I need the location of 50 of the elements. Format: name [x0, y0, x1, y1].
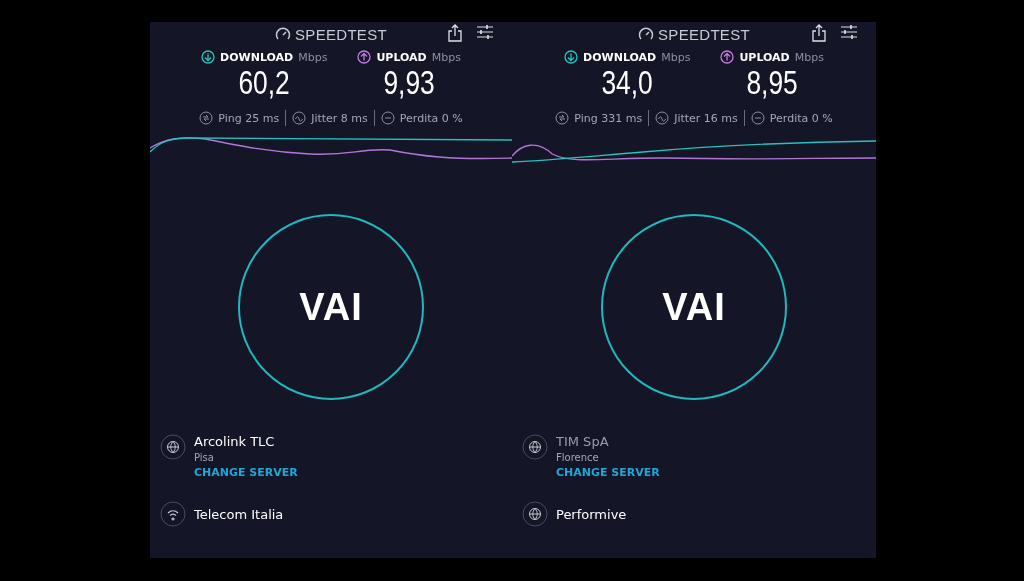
- globe-icon: [160, 434, 186, 460]
- upload-speed: 8,95: [746, 64, 798, 102]
- loss-stat: Perdita 0 %: [399, 111, 463, 125]
- download-icon: [564, 50, 579, 64]
- globe-icon: [522, 434, 548, 460]
- unit-label: Mbps: [298, 50, 328, 64]
- upload-label: UPLOAD: [376, 50, 427, 64]
- loss-icon: [380, 111, 395, 125]
- download-label: DOWNLOAD: [583, 50, 657, 64]
- unit-label: Mbps: [794, 50, 824, 64]
- ping-icon: [199, 111, 214, 125]
- download-speed: 34,0: [601, 64, 653, 102]
- change-server-link[interactable]: CHANGE SERVER: [194, 466, 298, 479]
- provider-name: Telecom Italia: [194, 506, 284, 522]
- server-name: Arcolink TLC: [194, 434, 276, 449]
- go-button[interactable]: VAI: [601, 214, 787, 400]
- server-name: TIM SpA: [556, 434, 610, 449]
- ping-stat: Ping 25 ms: [218, 111, 280, 125]
- app-logo: SPEEDTEST: [295, 25, 387, 43]
- upload-speed: 9,93: [383, 64, 435, 102]
- app-logo: SPEEDTEST: [658, 25, 750, 43]
- jitter-icon: [655, 111, 670, 125]
- go-button[interactable]: VAI: [238, 214, 424, 400]
- settings-icon[interactable]: [476, 24, 494, 40]
- loss-icon: [750, 111, 765, 125]
- jitter-stat: Jitter 16 ms: [674, 111, 738, 125]
- server-city: Pisa: [194, 452, 215, 463]
- loss-stat: Perdita 0 %: [769, 111, 833, 125]
- server-city: Florence: [556, 452, 600, 463]
- upload-label: UPLOAD: [739, 50, 790, 64]
- provider-name: Performive: [556, 506, 627, 522]
- change-server-link[interactable]: CHANGE SERVER: [556, 466, 660, 479]
- ping-icon: [555, 111, 570, 125]
- ping-stat: Ping 331 ms: [574, 111, 643, 125]
- upload-icon: [357, 50, 372, 64]
- wifi-icon: [160, 501, 186, 527]
- jitter-icon: [292, 111, 307, 125]
- unit-label: Mbps: [661, 50, 691, 64]
- globe-icon: [522, 501, 548, 527]
- settings-icon[interactable]: [840, 24, 858, 40]
- unit-label: Mbps: [431, 50, 461, 64]
- download-icon: [201, 50, 216, 64]
- gauge-icon: [275, 27, 292, 41]
- jitter-stat: Jitter 8 ms: [311, 111, 368, 125]
- download-speed: 60,2: [238, 64, 290, 102]
- gauge-icon: [638, 27, 655, 41]
- share-icon[interactable]: [812, 24, 826, 42]
- share-icon[interactable]: [448, 24, 462, 42]
- upload-icon: [720, 50, 735, 64]
- download-label: DOWNLOAD: [220, 50, 294, 64]
